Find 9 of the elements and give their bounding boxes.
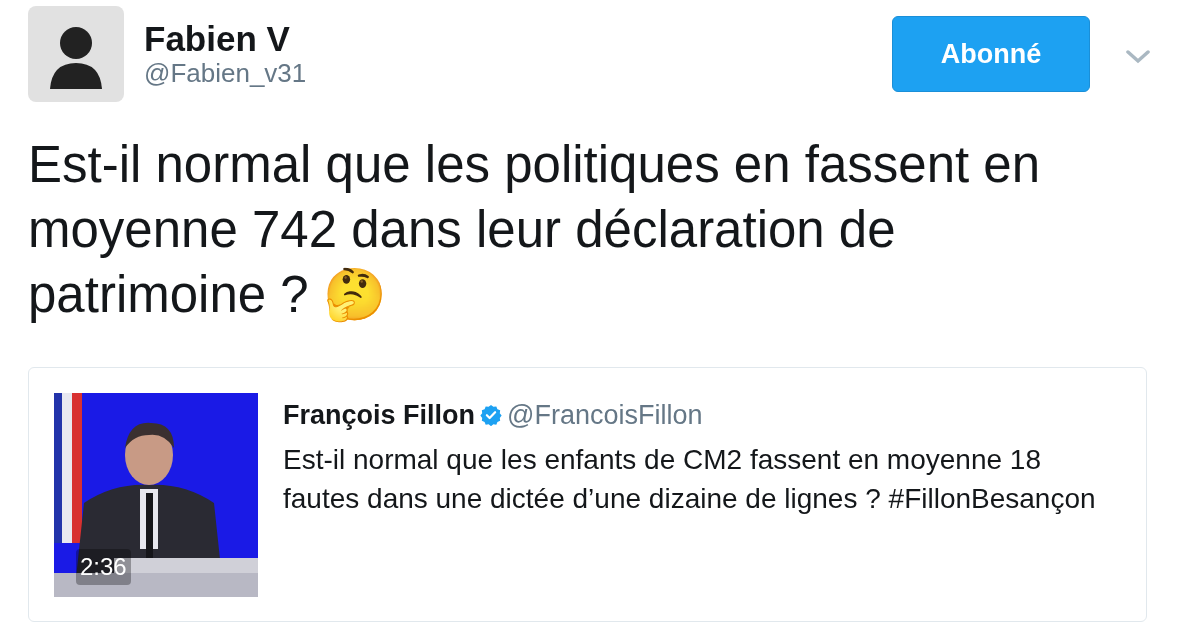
tweet-text: Est-il normal que les politiques en fassent en moyenne 742 dans leur déclaration de patrimoine ? 🤔 [28, 136, 1041, 323]
quoted-tweet-text: Est-il normal que les enfants de CM2 fassent en moyenne 18 fautes dans une dictée d’une dizaine de lignes ? #FillonBesançon [283, 442, 1097, 516]
author-handle[interactable]: @Fabien_v31 [144, 58, 307, 88]
quoted-tweet-card[interactable]: 2:36 François Fillon @FrancoisFillon Est-il normal que les enfants de CM2 fassent en moyenne 18 fautes dans une dictée d’une dizaine de lignes ? #FillonBesançon [28, 367, 1147, 622]
video-duration: 2:36 [76, 549, 131, 585]
author-name[interactable]: Fabien V [144, 20, 307, 58]
quoted-author-name: François Fillon [283, 399, 476, 432]
avatar[interactable] [28, 6, 124, 102]
quoted-author-handle: @FrancoisFillon [507, 399, 703, 432]
